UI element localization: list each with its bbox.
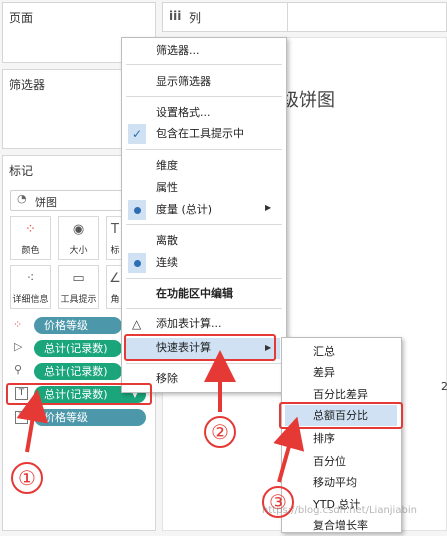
annotation-arrows	[16, 350, 305, 483]
watermark: https://blog.csdn.net/Lianjiabin	[262, 505, 417, 516]
arrow-3	[273, 416, 305, 483]
annotation-step-1: ①	[11, 462, 43, 494]
arrow-1	[16, 389, 49, 453]
annotation-step-2: ②	[204, 416, 236, 448]
